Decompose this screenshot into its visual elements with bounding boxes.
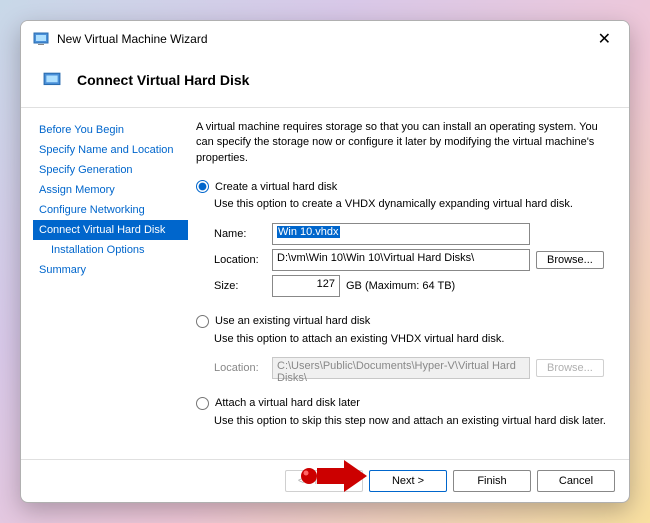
radio-create-label: Create a virtual hard disk (215, 181, 337, 193)
sidebar-step-1[interactable]: Specify Name and Location (33, 140, 188, 160)
header-icon (43, 71, 61, 89)
option-existing: Use an existing virtual hard disk Use th… (196, 315, 609, 379)
location-label: Location: (214, 254, 272, 266)
existing-location-label: Location: (214, 362, 272, 374)
create-desc: Use this option to create a VHDX dynamic… (214, 197, 609, 212)
radio-later-label: Attach a virtual hard disk later (215, 397, 360, 409)
name-input[interactable]: Win 10.vhdx (272, 223, 530, 245)
wizard-header: Connect Virtual Hard Disk (21, 57, 629, 108)
sidebar-step-4[interactable]: Configure Networking (33, 200, 188, 220)
titlebar: New Virtual Machine Wizard ✕ (21, 21, 629, 57)
radio-existing-label: Use an existing virtual hard disk (215, 315, 370, 327)
close-button[interactable]: ✕ (592, 29, 617, 49)
size-input[interactable]: 127 (272, 275, 340, 297)
sidebar-step-3[interactable]: Assign Memory (33, 180, 188, 200)
window-title: New Virtual Machine Wizard (57, 32, 592, 46)
option-later: Attach a virtual hard disk later Use thi… (196, 397, 609, 429)
existing-location-input: C:\Users\Public\Documents\Hyper-V\Virtua… (272, 357, 530, 379)
sidebar-step-5[interactable]: Connect Virtual Hard Disk (33, 220, 188, 240)
radio-existing[interactable] (196, 315, 209, 328)
later-desc: Use this option to skip this step now an… (214, 414, 609, 429)
previous-button: < Previous (285, 470, 363, 492)
size-label: Size: (214, 280, 272, 292)
cancel-button[interactable]: Cancel (537, 470, 615, 492)
content-pane: A virtual machine requires storage so th… (188, 108, 629, 459)
next-button[interactable]: Next > (369, 470, 447, 492)
radio-create[interactable] (196, 180, 209, 193)
finish-button[interactable]: Finish (453, 470, 531, 492)
existing-desc: Use this option to attach an existing VH… (214, 332, 609, 347)
wizard-body: Before You BeginSpecify Name and Locatio… (21, 108, 629, 459)
radio-later[interactable] (196, 397, 209, 410)
size-suffix: GB (Maximum: 64 TB) (346, 280, 455, 292)
app-icon (33, 31, 49, 47)
option-create: Create a virtual hard disk Use this opti… (196, 180, 609, 296)
sidebar: Before You BeginSpecify Name and Locatio… (21, 108, 188, 459)
sidebar-step-6[interactable]: Installation Options (33, 240, 188, 260)
sidebar-step-2[interactable]: Specify Generation (33, 160, 188, 180)
wizard-dialog: New Virtual Machine Wizard ✕ Connect Vir… (20, 20, 630, 503)
footer: < Previous Next > Finish Cancel (21, 459, 629, 502)
page-title: Connect Virtual Hard Disk (77, 72, 249, 88)
name-label: Name: (214, 228, 272, 240)
location-input[interactable]: D:\vm\Win 10\Win 10\Virtual Hard Disks\ (272, 249, 530, 271)
intro-text: A virtual machine requires storage so th… (196, 120, 609, 166)
existing-browse-button: Browse... (536, 359, 604, 377)
sidebar-step-0[interactable]: Before You Begin (33, 120, 188, 140)
browse-button[interactable]: Browse... (536, 251, 604, 269)
sidebar-step-7[interactable]: Summary (33, 260, 188, 280)
